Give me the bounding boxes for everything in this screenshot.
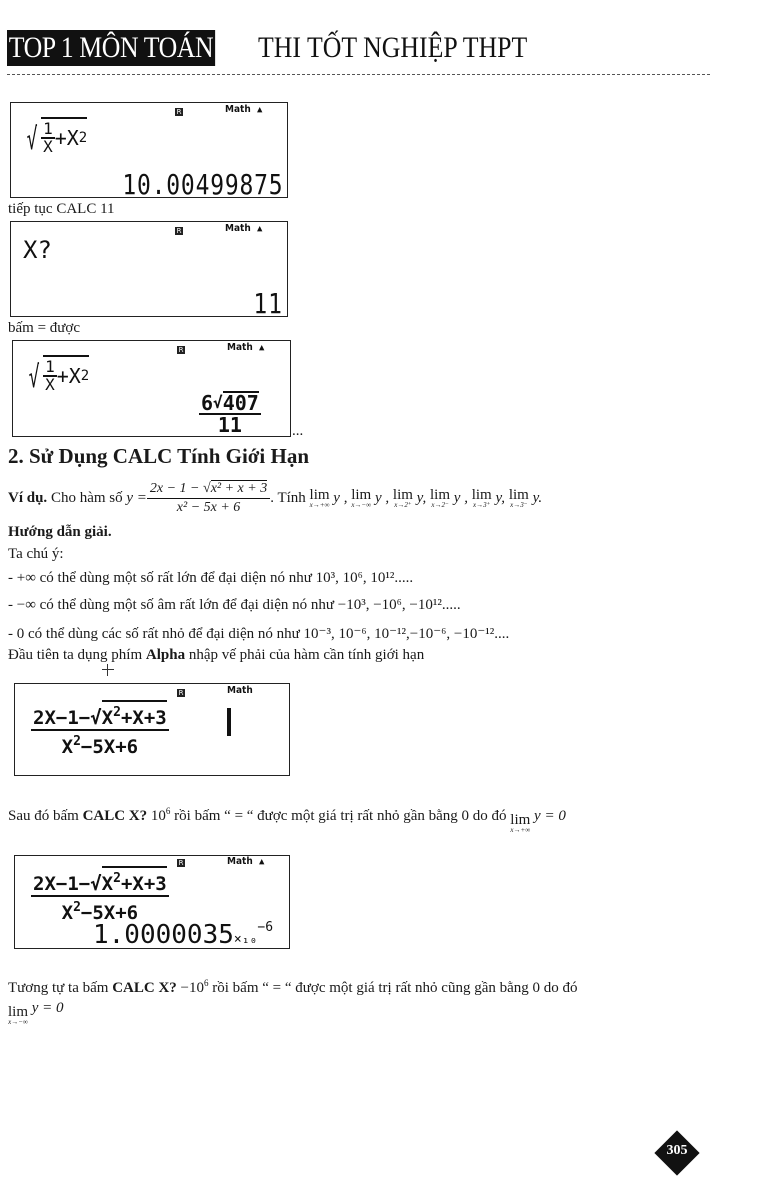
limit-result: lim x→−∞ y = 0 — [8, 1000, 64, 1026]
math-mode-indicator: Math — [225, 104, 251, 115]
input-value: 11 — [253, 287, 283, 320]
section-title: 2. Sử Dụng CALC Tính Giới Hạn — [8, 444, 310, 468]
result-value: 1.0000035×₁₀−6 — [93, 920, 274, 950]
bullet-zero: - 0 có thể dùng các số rất nhỏ để đại di… — [8, 626, 510, 642]
calculator-screen-5: R Math ▲ 2X−1− √ X2+X+3 X2−5X+6 1.000003… — [14, 855, 290, 949]
result-fraction: 6 √ 407 11 — [199, 391, 261, 437]
limit: lim x→2⁻ — [430, 486, 451, 509]
expression: √ 1 X +X 2 — [28, 355, 90, 395]
sqrt-icon: √ — [90, 873, 102, 895]
up-arrow-icon: ▲ — [259, 857, 265, 867]
calc-minus-infinity-instruction: Tương tự ta bấm CALC X? −106 rồi bấm “ =… — [8, 978, 578, 996]
sqrt-icon: √ — [213, 393, 223, 412]
limit: lim x→3⁻ — [508, 486, 529, 509]
math-mode-indicator: Math — [227, 856, 253, 867]
page-number: 305 — [666, 1143, 688, 1158]
limit: lim x→3⁺ — [471, 486, 492, 509]
bullet-minus-infinity: - −∞ có thể dùng một số âm rất lớn để đạ… — [8, 597, 461, 613]
math-mode-indicator: Math — [227, 342, 253, 353]
up-arrow-icon: ▲ — [257, 224, 263, 234]
text-cursor — [227, 708, 231, 736]
r-indicator-icon: R — [177, 346, 185, 354]
r-indicator-icon: R — [177, 689, 185, 697]
up-arrow-icon: ▲ — [259, 343, 265, 353]
calculator-screen-2: R Math ▲ X? 11 — [10, 221, 288, 320]
calculator-screen-1: R Math ▲ √ 1 X +X 2 10.00499875 — [10, 102, 288, 201]
header-highlight: TOP 1 MÔN TOÁN — [7, 30, 215, 66]
guide-title: Hướng dẫn giải. — [8, 524, 112, 540]
r-indicator-icon: R — [175, 108, 183, 116]
expression-fraction: 2X−1− √ X2+X+3 X2−5X+6 — [31, 700, 169, 758]
ellipsis: ... — [292, 423, 304, 439]
sqrt-icon: √ — [26, 122, 38, 157]
math-mode-indicator: Math — [225, 223, 251, 234]
sqrt-icon: √ — [90, 707, 102, 729]
note-intro: Ta chú ý: — [8, 546, 64, 562]
calc-plus-infinity-instruction: Sau đó bấm CALC X? 106 rồi bấm “ = “ đượ… — [8, 806, 566, 834]
page-number-badge: 305 — [654, 1130, 700, 1176]
sqrt-icon: √ — [28, 360, 40, 395]
mouse-cursor-icon — [102, 664, 114, 676]
header-divider — [7, 74, 710, 75]
caption-calc-11: tiếp tục CALC 11 — [8, 201, 115, 217]
limit: lim x→−∞ — [351, 486, 372, 509]
function-fraction: 2x − 1 − √x² + x + 3 x² − 5x + 6 — [146, 480, 271, 517]
expression: √ 1 X +X 2 — [26, 117, 88, 157]
up-arrow-icon: ▲ — [257, 105, 263, 115]
header-title: THI TỐT NGHIỆP THPT — [258, 31, 528, 64]
caption-press-equals: bấm = được — [8, 320, 81, 336]
limit: lim x→2⁺ — [392, 486, 413, 509]
calculator-screen-4: R Math 2X−1− √ X2+X+3 X2−5X+6 — [14, 683, 290, 776]
alpha-instruction: Đầu tiên ta dụng phím Alpha nhập vế phải… — [8, 647, 425, 663]
limit: lim x→+∞ — [309, 486, 330, 509]
bullet-plus-infinity: - +∞ có thể dùng một số rất lớn để đại d… — [8, 570, 414, 586]
r-indicator-icon: R — [175, 227, 183, 235]
calculator-screen-3: R Math ▲ √ 1 X +X 2 6 √ 407 11 — [12, 340, 291, 437]
r-indicator-icon: R — [177, 859, 185, 867]
math-mode-indicator: Math — [227, 685, 253, 696]
result-value: 10.00499875 — [121, 168, 283, 201]
variable-prompt: X? — [23, 236, 52, 264]
example-line: Ví dụ. Cho hàm số y = 2x − 1 − √x² + x +… — [8, 480, 543, 517]
